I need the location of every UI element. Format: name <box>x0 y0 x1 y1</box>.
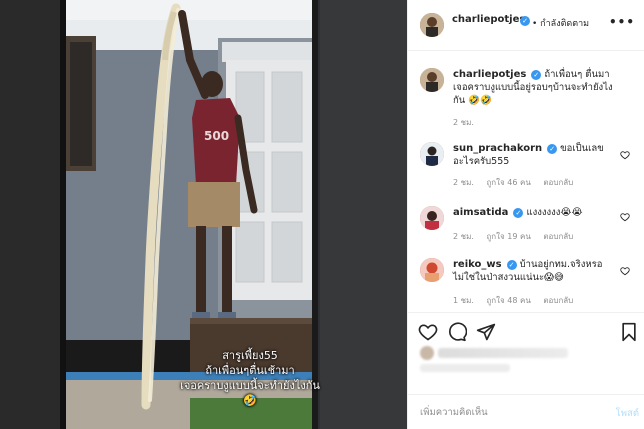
comment-body: charliepotjes ✓ ถ้าเพื่อนๆ ตื่นมาเจอคราบง… <box>453 68 613 107</box>
author-username[interactable]: charliepotjes <box>452 14 525 25</box>
like-comment-heart-icon[interactable] <box>620 150 630 160</box>
comments-list: charliepotjes ✓ ถ้าเพื่อนๆ ตื่นมาเจอคราบง… <box>408 52 644 310</box>
comment-username[interactable]: charliepotjes <box>453 69 526 80</box>
verified-icon: ✓ <box>513 207 524 218</box>
avatar-photo <box>420 142 444 166</box>
author-avatar[interactable] <box>420 13 444 37</box>
caption-line: เจอคราบงูแบบนี้จะทำยังไงกัน <box>180 379 320 392</box>
add-comment-input[interactable] <box>420 404 590 420</box>
avatar-photo <box>420 258 444 282</box>
share-paper-plane-icon[interactable] <box>476 322 496 342</box>
comment-likes[interactable]: ถูกใจ 46 คน <box>486 178 530 187</box>
like-comment-heart-icon[interactable] <box>620 266 630 276</box>
comment-bubble-icon[interactable] <box>447 322 467 342</box>
comment-meta: 2 ชม. ถูกใจ 19 คน ตอบกลับ <box>453 230 583 243</box>
reply-link[interactable]: ตอบกลับ <box>543 232 573 241</box>
avatar-photo <box>420 206 444 230</box>
comment-time[interactable]: 2 ชม. <box>453 118 474 127</box>
verified-icon: ✓ <box>531 69 542 80</box>
verified-icon: ✓ <box>547 143 558 154</box>
like-heart-icon[interactable] <box>418 322 438 342</box>
avatar-photo <box>420 68 444 92</box>
commenter-avatar[interactable] <box>420 258 444 282</box>
comment-meta: 2 ชม. <box>453 116 484 129</box>
verified-icon: ✓ <box>506 259 517 270</box>
save-bookmark-icon[interactable] <box>619 322 639 342</box>
comment-username[interactable]: sun_prachakorn <box>453 143 542 154</box>
comment-meta: 2 ชม. ถูกใจ 46 คน ตอบกลับ <box>453 176 583 189</box>
comment-time[interactable]: 2 ชม. <box>453 232 474 241</box>
reply-link[interactable]: ตอบกลับ <box>543 178 573 187</box>
post-header: charliepotjes ✓ • กำลังติดตาม ••• <box>408 0 644 51</box>
post-date-blurred <box>420 364 510 372</box>
commenter-avatar[interactable] <box>420 206 444 230</box>
caption-line: ถ้าเพื่อนๆตื่นเช้ามา <box>205 364 295 377</box>
verified-icon: ✓ <box>520 16 530 26</box>
svg-text:500: 500 <box>204 129 229 143</box>
caption-line: 🤣 <box>243 394 257 407</box>
comment-likes[interactable]: ถูกใจ 48 คน <box>486 296 530 305</box>
comment-username[interactable]: reiko_ws <box>453 259 502 270</box>
more-options-icon[interactable]: ••• <box>609 15 635 29</box>
following-label[interactable]: • กำลังติดตาม <box>532 16 589 30</box>
comment-time[interactable]: 1 ชม. <box>453 296 474 305</box>
post-media[interactable]: 500 สารูเพี้ยง55 ถ้าเพื่อนๆตื่นเช้ามา เจ… <box>0 0 407 429</box>
comment-time[interactable]: 2 ชม. <box>453 178 474 187</box>
caption-line: สารูเพี้ยง55 <box>222 349 278 362</box>
like-comment-heart-icon[interactable] <box>620 212 630 222</box>
comment-text: แงงงงงง😭😭 <box>526 207 583 218</box>
post-side-panel: charliepotjes ✓ • กำลังติดตาม ••• charli… <box>407 0 644 429</box>
avatar-photo <box>420 13 444 37</box>
comment-body: sun_prachakorn ✓ ขอเป็นเลขอะไรครับ555 <box>453 142 613 168</box>
reply-link[interactable]: ตอบกลับ <box>543 296 573 305</box>
post-actions-bar <box>408 312 644 346</box>
add-comment-bar: โพสต์ <box>408 394 644 429</box>
comment-username[interactable]: aimsatida <box>453 207 508 218</box>
video-caption: สารูเพี้ยง55 ถ้าเพื่อนๆตื่นเช้ามา เจอครา… <box>150 348 350 408</box>
comment-meta: 1 ชม. ถูกใจ 48 คน ตอบกลับ <box>453 294 583 307</box>
comment-body: aimsatida ✓ แงงงงงง😭😭 <box>453 206 613 219</box>
commenter-avatar[interactable] <box>420 68 444 92</box>
post-comment-button[interactable]: โพสต์ <box>616 406 639 421</box>
likes-summary-blurred <box>438 348 568 358</box>
comment-body: reiko_ws ✓ บ้านอยู่กทม.จริงหรอ ไม่ใช่ในป่… <box>453 258 613 284</box>
commenter-avatar[interactable] <box>420 142 444 166</box>
liker-avatar <box>420 346 434 360</box>
comment-likes[interactable]: ถูกใจ 19 คน <box>486 232 530 241</box>
